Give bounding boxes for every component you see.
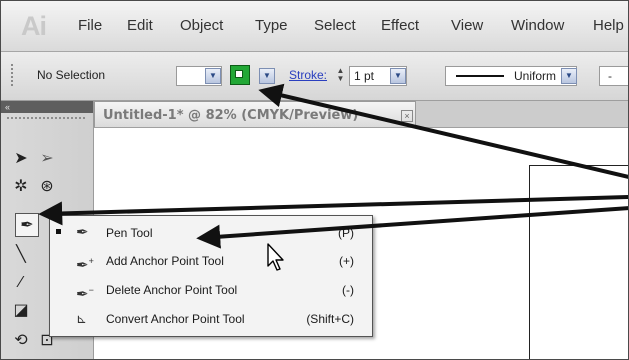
variable-width-profile-field[interactable]: Uniform <box>445 66 577 86</box>
menu-view[interactable]: View <box>451 17 483 34</box>
document-tab[interactable]: Untitled-1* @ 82% (CMYK/Preview) × <box>94 101 416 128</box>
fill-dropdown-chevron-icon[interactable]: ▼ <box>205 68 221 84</box>
flyout-item-shortcut: (Shift+C) <box>306 312 354 326</box>
flyout-item-shortcut: (-) <box>342 283 354 297</box>
menu-object[interactable]: Object <box>180 17 223 34</box>
stroke-weight-dropdown-chevron-icon[interactable]: ▼ <box>390 68 406 84</box>
brush-definition-field[interactable]: - <box>599 66 628 86</box>
pen-icon: ✒ <box>76 224 89 241</box>
mouse-pointer-icon <box>267 243 284 271</box>
selection-status: No Selection <box>37 68 106 82</box>
profile-dropdown-chevron-icon[interactable]: ▼ <box>561 68 577 84</box>
pen-tool-flyout-menu: ✒ Pen Tool (P) ✒+ Add Anchor Point Tool … <box>49 215 373 337</box>
tools-panel-grip[interactable] <box>7 117 85 123</box>
rotate-tool-icon[interactable]: ⟲ <box>9 329 33 353</box>
stroke-weight-spinner-icon[interactable]: ▲ ▼ <box>335 67 346 83</box>
convert-anchor-point-icon: ⊾ <box>76 311 87 326</box>
profile-label: Uniform <box>514 69 557 83</box>
delete-anchor-point-icon: ✒− <box>76 285 94 303</box>
flyout-item-label: Add Anchor Point Tool <box>106 254 224 268</box>
flyout-item-shortcut: (P) <box>338 226 354 240</box>
flyout-item-delete-anchor[interactable]: ✒− Delete Anchor Point Tool (-) <box>50 278 372 303</box>
paintbrush-tool-icon[interactable]: ⁄ <box>9 271 33 295</box>
pen-tool-icon[interactable]: ✒ <box>15 213 39 237</box>
stroke-panel-link[interactable]: Stroke: <box>289 68 327 82</box>
menu-file[interactable]: File <box>78 17 102 34</box>
app-logo: Ai <box>21 11 47 41</box>
direct-selection-tool-icon[interactable]: ➢ <box>35 147 59 171</box>
lasso-tool-icon[interactable]: ⊛ <box>35 175 59 199</box>
flyout-item-label: Pen Tool <box>106 226 153 240</box>
add-anchor-point-icon: ✒+ <box>76 256 94 274</box>
screenshot: Ai File Edit Object Type Select Effect V… <box>0 0 629 360</box>
flyout-item-label: Delete Anchor Point Tool <box>106 283 238 297</box>
stroke-color-dropdown-chevron-icon[interactable]: ▼ <box>259 68 275 84</box>
collapse-panel-icon[interactable]: « <box>5 102 10 112</box>
close-tab-icon[interactable]: × <box>401 110 413 122</box>
menu-help[interactable]: Help <box>593 17 624 34</box>
artboard[interactable] <box>529 165 628 359</box>
tools-panel-header[interactable]: « <box>1 101 93 113</box>
menu-edit[interactable]: Edit <box>127 17 153 34</box>
magic-wand-tool-icon[interactable]: ✲ <box>9 175 33 199</box>
menu-effect[interactable]: Effect <box>381 17 419 34</box>
flyout-item-label: Convert Anchor Point Tool <box>106 312 245 326</box>
control-bar-grip[interactable] <box>11 64 17 86</box>
menu-bar: Ai File Edit Object Type Select Effect V… <box>1 1 628 52</box>
document-tab-title: Untitled-1* @ 82% (CMYK/Preview) <box>103 108 359 123</box>
selected-bullet-icon <box>56 229 61 234</box>
control-bar: No Selection ▼ ▼ Stroke: ▲ ▼ 1 pt ▼ Unifo… <box>1 52 628 101</box>
menu-window[interactable]: Window <box>511 17 564 34</box>
flyout-item-shortcut: (+) <box>339 254 354 268</box>
selection-tool-icon[interactable]: ➤ <box>9 147 33 171</box>
profile-line-icon <box>456 75 504 77</box>
menu-type[interactable]: Type <box>255 17 288 34</box>
flyout-item-convert-anchor[interactable]: ⊾ Convert Anchor Point Tool (Shift+C) <box>50 307 372 331</box>
illustrator-window: Ai File Edit Object Type Select Effect V… <box>0 0 629 360</box>
menu-select[interactable]: Select <box>314 17 356 34</box>
stroke-color-swatch[interactable] <box>230 65 250 85</box>
flyout-item-pen[interactable]: ✒ Pen Tool (P) <box>50 221 372 245</box>
eraser-tool-icon[interactable]: ◪ <box>9 299 33 323</box>
flyout-item-add-anchor[interactable]: ✒+ Add Anchor Point Tool (+) <box>50 249 372 274</box>
line-segment-tool-icon[interactable]: ╲ <box>9 243 33 267</box>
